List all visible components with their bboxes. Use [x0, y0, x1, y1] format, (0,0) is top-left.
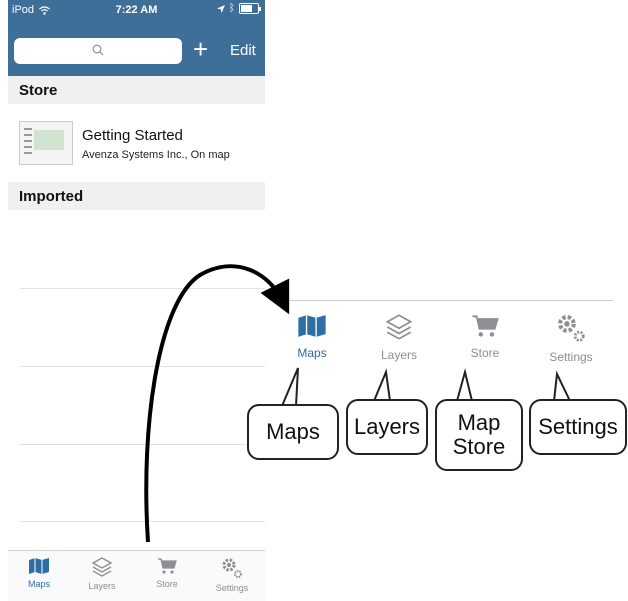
callout-map-store: Map Store: [435, 399, 523, 471]
callout-tail: [281, 367, 299, 407]
callout-layers: Layers: [346, 399, 428, 455]
callout-tail: [553, 370, 571, 402]
annotation-overlay: [144, 264, 571, 543]
callout-maps: Maps: [247, 404, 339, 460]
callout-text: Maps: [266, 419, 320, 444]
callout-settings: Settings: [529, 399, 627, 455]
callout-text: Map Store: [452, 410, 506, 459]
callout-tail: [373, 368, 391, 402]
callout-text: Layers: [353, 414, 421, 439]
callout-tail: [456, 368, 473, 402]
callout-text: Settings: [538, 414, 618, 439]
